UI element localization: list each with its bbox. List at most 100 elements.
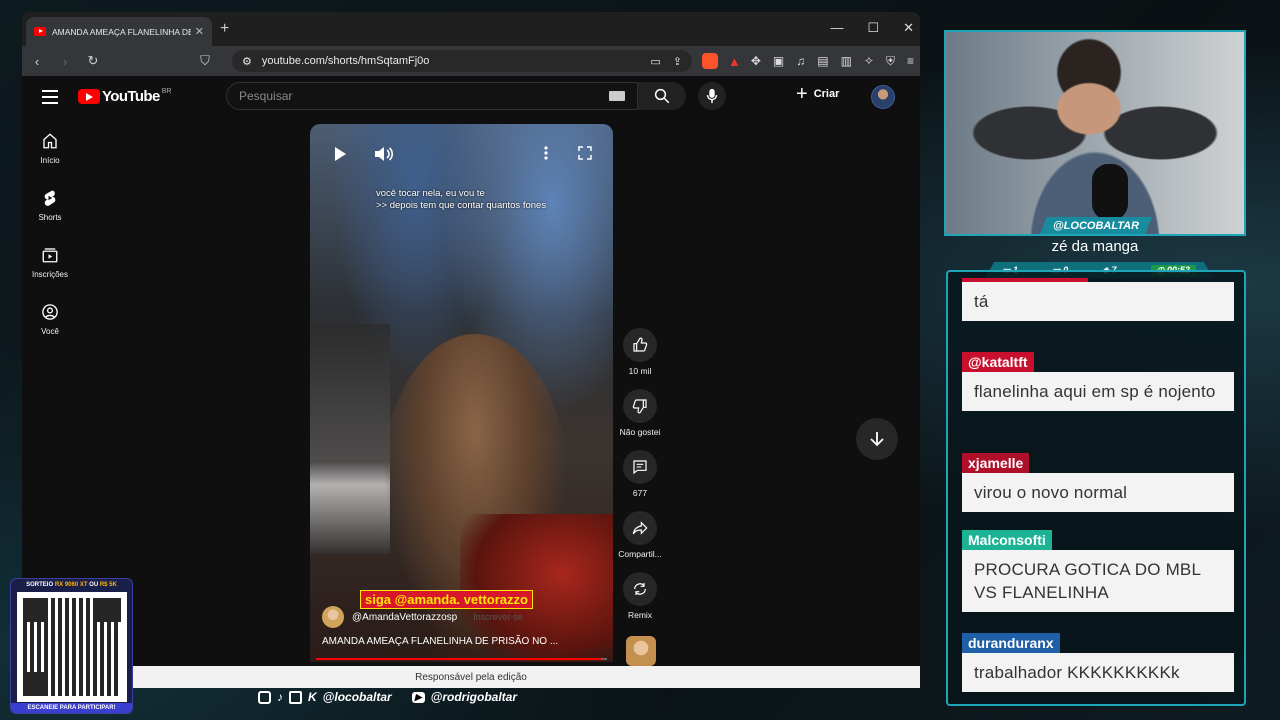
- sidebar-icon[interactable]: ▤: [817, 54, 828, 69]
- search-button[interactable]: [638, 82, 686, 110]
- youtube-header: YouTube BR Pesquisar + Criar: [22, 76, 920, 118]
- shorts-player[interactable]: você tocar nela, eu vou te >> depois tem…: [310, 124, 613, 662]
- kick-icon: K: [308, 690, 317, 704]
- browser-toolbar: ‹ › ↻ ⛉ ⚙ youtube.com/shorts/hmSqtamFj0o…: [22, 46, 920, 76]
- voice-search-button[interactable]: [698, 82, 726, 110]
- like-button[interactable]: 10 mil: [616, 328, 664, 376]
- chat-message: duranduranx trabalhador KKKKKKKKKk: [962, 633, 1234, 692]
- address-bar-actions: ▭ ⇪: [650, 55, 682, 68]
- account-avatar[interactable]: [871, 85, 895, 109]
- site-info-icon[interactable]: ⚙: [242, 55, 252, 68]
- close-window-icon[interactable]: ✕: [903, 20, 914, 36]
- search-placeholder: Pesquisar: [239, 89, 293, 103]
- tiktok-icon: ♪: [277, 690, 283, 704]
- short-title[interactable]: AMANDA AMEAÇA FLANELINHA DE PRISÃO NO ..…: [322, 636, 558, 647]
- screenshot-icon[interactable]: ▣: [773, 54, 784, 69]
- share-icon[interactable]: ⇪: [673, 55, 682, 68]
- car-window: [310, 324, 390, 554]
- create-button[interactable]: + Criar: [796, 84, 840, 104]
- youtube-play-icon: [78, 89, 100, 104]
- tab-strip: AMANDA AMEAÇA FLANELINHA DE PRI ✕ + — ☐ …: [22, 12, 920, 46]
- brave-shields-icon[interactable]: [701, 53, 718, 69]
- like-count: 10 mil: [628, 366, 652, 376]
- sidebar-item-shorts[interactable]: Shorts: [22, 175, 78, 232]
- dislike-label: Não gostei: [619, 427, 661, 437]
- address-bar[interactable]: ⚙ youtube.com/shorts/hmSqtamFj0o ▭ ⇪: [232, 50, 692, 72]
- video-caption: você tocar nela, eu vou te >> depois tem…: [376, 188, 546, 212]
- remix-button[interactable]: Remix: [616, 572, 664, 620]
- shorts-actions: 10 mil Não gostei 677 Compartil... Remix: [616, 328, 664, 633]
- play-icon: [335, 147, 346, 161]
- leo-ai-icon[interactable]: ✧: [864, 54, 874, 69]
- wallet-icon[interactable]: ▥: [841, 54, 852, 69]
- studio-microphone: [1092, 164, 1128, 220]
- volume-icon: [375, 147, 394, 161]
- browser-window: AMANDA AMEAÇA FLANELINHA DE PRI ✕ + — ☐ …: [22, 12, 920, 688]
- sidebar-item-label: Início: [40, 156, 60, 165]
- microphone-icon: [706, 88, 718, 104]
- reload-icon[interactable]: ↻: [84, 53, 102, 69]
- window-controls: — ☐ ✕: [830, 20, 914, 36]
- url-text: youtube.com/shorts/hmSqtamFj0o: [261, 55, 430, 67]
- search-icon: [654, 88, 670, 104]
- volume-button[interactable]: [374, 146, 394, 162]
- progress-bar[interactable]: [316, 658, 607, 660]
- more-options-icon[interactable]: [544, 146, 548, 160]
- tab-close-icon[interactable]: ✕: [195, 25, 204, 38]
- search-input[interactable]: Pesquisar: [226, 82, 638, 110]
- next-short-button[interactable]: [856, 418, 898, 460]
- create-label: Criar: [813, 88, 840, 100]
- caption-line: você tocar nela, eu vou te: [376, 188, 485, 199]
- browser-tab[interactable]: AMANDA AMEAÇA FLANELINHA DE PRI ✕: [26, 17, 212, 46]
- brave-rewards-icon[interactable]: ▲: [728, 54, 741, 69]
- music-icon[interactable]: ♫: [796, 54, 805, 69]
- forward-icon[interactable]: ›: [56, 54, 74, 69]
- share-arrow-icon: [632, 521, 648, 535]
- subscribe-button[interactable]: Inscrever-se: [473, 612, 523, 622]
- sidebar-item-subscriptions[interactable]: Inscrições: [22, 232, 78, 289]
- chat-text: trabalhador KKKKKKKKKk: [962, 653, 1234, 692]
- webcam-frame: [944, 30, 1246, 236]
- minimize-icon[interactable]: —: [830, 20, 843, 36]
- chat-message: tá: [962, 278, 1234, 321]
- play-button[interactable]: [332, 146, 348, 162]
- channel-name[interactable]: @AmandaVettorazzosp: [352, 612, 457, 623]
- dislike-button[interactable]: Não gostei: [616, 389, 664, 437]
- progress-fill: [316, 658, 602, 660]
- giveaway-title: SORTEIO RX 9060 XT OU R$ 5K: [26, 582, 117, 588]
- vpn-icon[interactable]: ⛨: [886, 54, 895, 69]
- chat-username: @kataltft: [962, 352, 1034, 372]
- share-label: Compartil...: [618, 549, 662, 559]
- bookmark-icon[interactable]: ⛉: [196, 53, 214, 69]
- hamburger-menu-icon[interactable]: [42, 90, 58, 108]
- chat-text: flanelinha aqui em sp é nojento: [962, 372, 1234, 411]
- streamer-handle: @LOCOBALTAR: [1040, 217, 1152, 234]
- thumbs-up-icon: [633, 337, 648, 352]
- thumbs-down-icon: [632, 399, 647, 414]
- cast-icon[interactable]: ▭: [650, 55, 660, 68]
- share-button[interactable]: Compartil...: [616, 511, 664, 559]
- maximize-icon[interactable]: ☐: [867, 20, 879, 36]
- chat-text: virou o novo normal: [962, 473, 1234, 512]
- comments-count: 677: [632, 488, 648, 498]
- chat-message: xjamelle virou o novo normal: [962, 453, 1234, 512]
- sound-thumbnail[interactable]: [626, 636, 656, 666]
- fullscreen-icon[interactable]: [578, 146, 592, 160]
- youtube-wordmark: YouTube: [102, 88, 160, 105]
- channel-avatar[interactable]: [322, 606, 344, 628]
- sidebar-item-you[interactable]: Você: [22, 289, 78, 346]
- qr-code: [16, 592, 127, 702]
- giveaway-cta: ESCANEIE PARA PARTICIPAR!: [11, 703, 132, 713]
- back-icon[interactable]: ‹: [28, 54, 46, 69]
- extensions-icon[interactable]: ✥: [751, 54, 761, 69]
- new-tab-button[interactable]: +: [220, 20, 229, 38]
- chat-message: Malconsofti PROCURA GOTICA DO MBL VS FLA…: [962, 530, 1234, 612]
- menu-icon[interactable]: ≡: [907, 54, 914, 69]
- comments-button[interactable]: 677: [616, 450, 664, 498]
- youtube-social-icon: ▶: [411, 691, 425, 703]
- keyboard-icon[interactable]: [609, 91, 625, 101]
- youtube-logo[interactable]: YouTube BR: [78, 88, 171, 105]
- sidebar-item-home[interactable]: Início: [22, 118, 78, 175]
- chat-text: tá: [962, 282, 1234, 321]
- tab-title: AMANDA AMEAÇA FLANELINHA DE PRI: [52, 26, 191, 37]
